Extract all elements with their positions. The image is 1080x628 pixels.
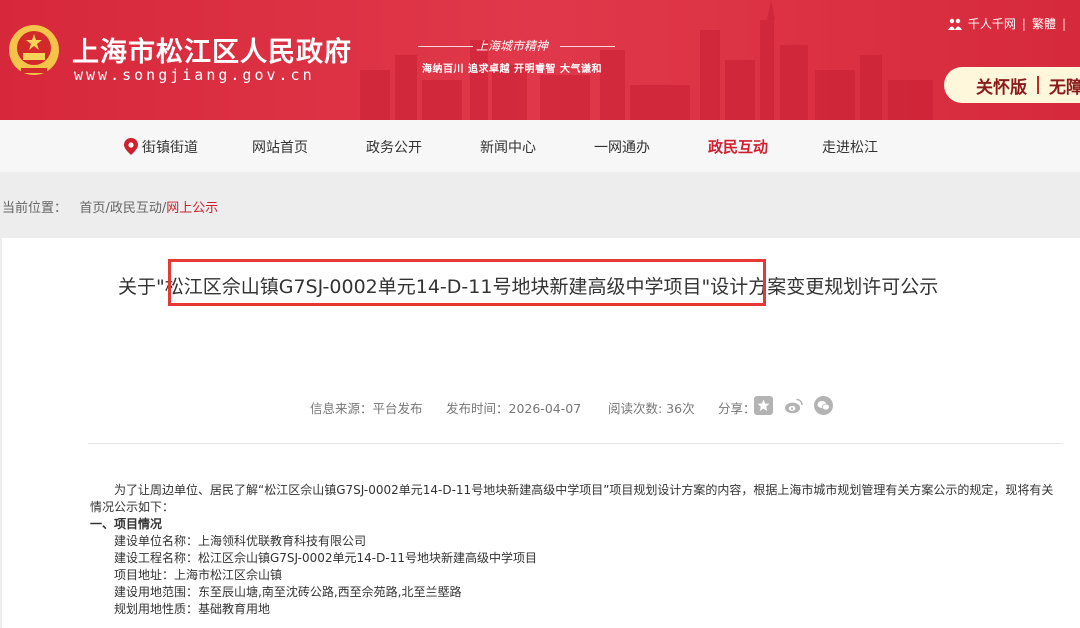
site-url: www.songjiang.gov.cn: [74, 66, 315, 84]
nav-item-interaction[interactable]: 政民互动: [708, 136, 768, 157]
care-mode-toggle[interactable]: 关怀版 无障: [944, 67, 1080, 103]
article-intro: 为了让周边单位、居民了解“松江区佘山镇G7SJ-0002单元14-D-11号地块…: [90, 483, 1054, 514]
national-emblem-icon: [9, 25, 59, 75]
weibo-share-icon[interactable]: [784, 396, 803, 415]
top-link-separator: |: [1061, 16, 1066, 31]
breadcrumb-home[interactable]: 首页: [79, 201, 105, 216]
nav-item-towns[interactable]: 街镇街道: [124, 137, 198, 157]
info-line: 建设用地范围：东至辰山塘,南至沈砖公路,西至佘苑路,北至兰塈路: [114, 585, 462, 599]
breadcrumb: 当前位置： 首页/政民互动/网上公示: [2, 201, 219, 216]
meta-divider: [88, 443, 1063, 444]
header-banner: 上海市松江区人民政府 www.songjiang.gov.cn 上海城市精神 海…: [0, 0, 1080, 120]
title-prefix: 关于": [118, 276, 165, 298]
top-link-traditional[interactable]: 繁體: [1032, 15, 1056, 32]
people-icon: [947, 18, 962, 30]
article-date: 发布时间：2026-04-07: [446, 401, 582, 416]
article-body: 为了让周边单位、居民了解“松江区佘山镇G7SJ-0002单元14-D-11号地块…: [90, 482, 1060, 618]
site-name[interactable]: 上海市松江区人民政府: [72, 30, 352, 69]
nav-item-news[interactable]: 新闻中心: [480, 137, 536, 157]
care-separator: [1037, 76, 1039, 94]
breadcrumb-label: 当前位置：: [2, 201, 68, 216]
nav-item-about[interactable]: 走进松江: [822, 137, 878, 157]
main-nav: 街镇街道 网站首页 政务公开 新闻中心 一网通办 政民互动 走进松江: [0, 120, 1080, 172]
section-heading: 一、项目情况: [90, 517, 163, 531]
accessibility-label: 无障: [1049, 77, 1080, 98]
qzone-share-icon[interactable]: [754, 396, 773, 415]
article-source: 信息来源：平台发布: [310, 401, 423, 416]
info-line: 规划用地性质：基础教育用地: [114, 602, 271, 616]
breadcrumb-current[interactable]: 网上公示: [166, 201, 218, 216]
location-pin-icon: [124, 138, 138, 155]
slogan-subtitle: 海纳百川 追求卓越 开明睿智 大气谦和: [422, 64, 602, 75]
info-line: 建设单位名称：上海领科优联教育科技有限公司: [114, 534, 367, 548]
top-links: 千人千网 | 繁體 |: [947, 15, 1066, 32]
breadcrumb-section[interactable]: 政民互动: [110, 201, 162, 216]
info-line: 建设工程名称：松江区佘山镇G7SJ-0002单元14-D-11号地块新建高级中学…: [114, 551, 537, 565]
slogan-title: 上海城市精神: [476, 39, 549, 53]
nav-item-gov-affairs[interactable]: 政务公开: [366, 137, 422, 157]
care-mode-label: 关怀版: [976, 77, 1027, 98]
highlight-box: [168, 259, 766, 306]
share-label: 分享：: [718, 401, 756, 416]
slogan-line-left: [418, 46, 473, 47]
top-link-separator: |: [1021, 16, 1026, 31]
slogan-line-right: [560, 46, 615, 47]
nav-item-home[interactable]: 网站首页: [252, 137, 308, 157]
info-line: 项目地址：上海市松江区佘山镇: [114, 568, 283, 582]
nav-item-one-net[interactable]: 一网通办: [594, 137, 650, 157]
wechat-share-icon[interactable]: [814, 396, 833, 415]
article-views: 阅读次数: 36次: [608, 401, 695, 416]
nav-label: 街镇街道: [142, 140, 198, 156]
top-link-qianren[interactable]: 千人千网: [968, 15, 1016, 32]
